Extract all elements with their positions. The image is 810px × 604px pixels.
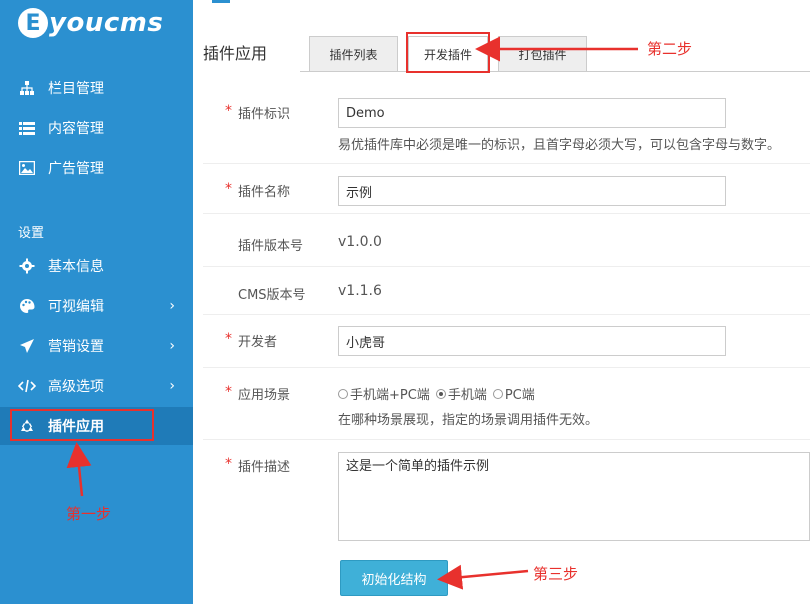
chevron-right-icon: ›	[169, 298, 175, 314]
radio-dot-selected	[435, 388, 446, 399]
sidebar-item-label: 栏目管理	[48, 81, 104, 97]
radio-mobile[interactable]: 手机端	[435, 384, 487, 403]
tab-plugin-list[interactable]: 插件列表	[309, 36, 398, 72]
version-label: 插件版本号	[238, 239, 304, 254]
radio-dot	[492, 388, 503, 399]
radio-dot	[338, 388, 348, 399]
radio-label: 手机端+PC端	[350, 388, 430, 403]
cms-version-label: CMS版本号	[238, 288, 306, 303]
paper-plane-icon	[18, 337, 36, 355]
page-title: 插件应用	[203, 44, 268, 63]
highlight-box-plugins	[10, 409, 154, 441]
sidebar-item-label: 可视编辑	[48, 299, 104, 315]
version-value: v1.0.0	[338, 234, 382, 250]
logo[interactable]: E youcms	[18, 5, 163, 41]
image-icon	[18, 159, 36, 177]
sidebar-item-basic-info[interactable]: 基本信息	[0, 247, 193, 285]
step-two-label: 第二步	[647, 40, 693, 58]
arrow-step-three	[437, 564, 529, 590]
required-mark: *	[225, 181, 232, 197]
sidebar-item-advanced[interactable]: 高级选项 ›	[0, 367, 193, 405]
required-mark: *	[225, 103, 232, 119]
top-accent	[212, 0, 230, 3]
name-label: 插件名称	[238, 185, 291, 200]
sidebar-item-label: 内容管理	[48, 121, 104, 137]
row-developer: * 开发者	[203, 315, 810, 368]
step-three-label: 第三步	[533, 565, 579, 583]
sidebar-item-label: 营销设置	[48, 339, 104, 355]
sidebar-item-label: 基本信息	[48, 259, 104, 275]
row-cms-version: CMS版本号 v1.1.6	[203, 267, 810, 315]
cms-version-value: v1.1.6	[338, 283, 382, 299]
sidebar: E youcms 栏目管理 内容管理 广告管理 设置 基本信息 可视编辑 › 营…	[0, 0, 193, 604]
description-label: 插件描述	[238, 460, 291, 475]
sidebar-item-label: 高级选项	[48, 379, 104, 395]
highlight-box-develop-tab	[406, 32, 490, 73]
radio-pc[interactable]: PC端	[492, 384, 535, 403]
step-one-label: 第一步	[66, 505, 112, 523]
required-mark: *	[225, 456, 232, 472]
sidebar-item-label: 广告管理	[48, 161, 104, 177]
identifier-hint: 易优插件库中必须是唯一的标识，且首字母必须大写，可以包含字母与数字。	[338, 138, 781, 153]
section-label-settings: 设置	[18, 226, 45, 241]
chevron-right-icon: ›	[169, 378, 175, 394]
row-name: * 插件名称	[203, 164, 810, 214]
gear-icon	[18, 257, 36, 275]
row-scene: * 应用场景 手机端+PC端 手机端 PC端 在哪种场景展现，指定的场景调用插件…	[203, 368, 810, 440]
palette-icon	[18, 297, 36, 315]
sidebar-item-columns[interactable]: 栏目管理	[0, 69, 193, 107]
init-structure-button[interactable]: 初始化结构	[340, 560, 448, 596]
row-identifier: * 插件标识 易优插件库中必须是唯一的标识，且首字母必须大写，可以包含字母与数字…	[203, 90, 810, 164]
sitemap-icon	[18, 79, 36, 97]
radio-mobile-pc[interactable]: 手机端+PC端	[338, 384, 430, 403]
required-mark: *	[225, 331, 232, 347]
chevron-right-icon: ›	[169, 338, 175, 354]
scene-label: 应用场景	[238, 388, 291, 403]
description-textarea[interactable]: 这是一个简单的插件示例	[338, 452, 810, 541]
radio-label: 手机端	[447, 388, 487, 403]
developer-label: 开发者	[238, 335, 278, 350]
sidebar-item-ads[interactable]: 广告管理	[0, 149, 193, 187]
code-icon	[18, 377, 36, 395]
sidebar-item-content[interactable]: 内容管理	[0, 109, 193, 147]
identifier-input[interactable]	[338, 98, 726, 128]
radio-label: PC端	[504, 388, 535, 403]
scene-hint: 在哪种场景展现，指定的场景调用插件无效。	[338, 413, 599, 428]
scene-radio-group: 手机端+PC端 手机端 PC端	[338, 384, 541, 403]
developer-input[interactable]	[338, 326, 726, 356]
sidebar-item-visual-edit[interactable]: 可视编辑 ›	[0, 287, 193, 325]
logo-text: youcms	[49, 8, 164, 38]
tab-package-plugin[interactable]: 打包插件	[498, 36, 587, 72]
logo-mark: E	[18, 8, 48, 38]
row-version: 插件版本号 v1.0.0	[203, 214, 810, 267]
row-description: * 插件描述 这是一个简单的插件示例	[203, 440, 810, 550]
list-icon	[18, 119, 36, 137]
sidebar-item-marketing[interactable]: 营销设置 ›	[0, 327, 193, 365]
required-mark: *	[225, 384, 232, 400]
name-input[interactable]	[338, 176, 726, 206]
identifier-label: 插件标识	[238, 107, 291, 122]
